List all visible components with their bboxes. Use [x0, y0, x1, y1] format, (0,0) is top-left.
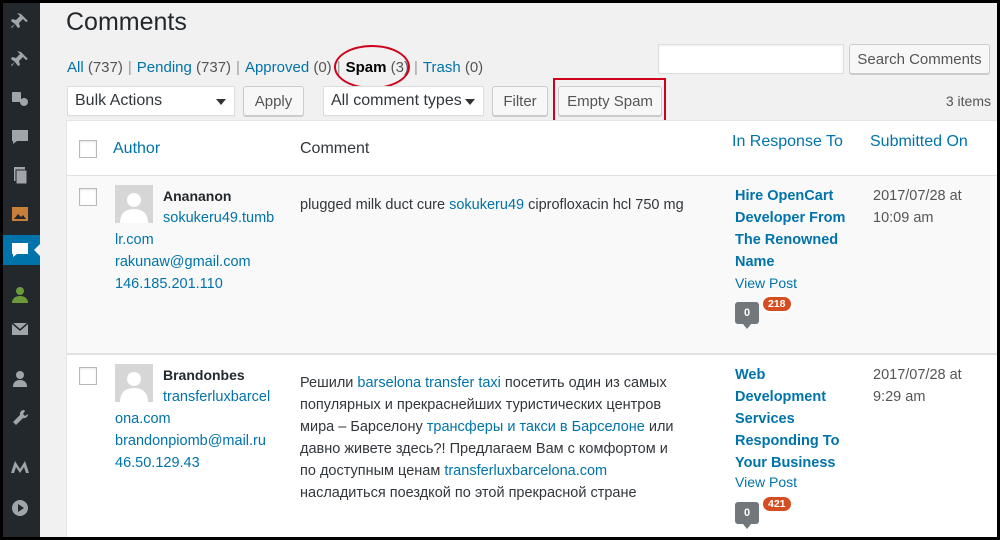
response-post-link[interactable]: Hire OpenCart Developer From The Renowne…	[735, 185, 860, 273]
posts-pin-icon[interactable]	[0, 7, 40, 37]
pages-icon[interactable]	[0, 160, 40, 190]
feedback-icon[interactable]	[0, 122, 40, 152]
comment-type-select[interactable]: All comment types	[323, 86, 484, 116]
author-url-link-cont[interactable]: lr.com	[115, 229, 285, 251]
author-details: sokukeru49.tumb lr.com rakunaw@gmail.com…	[115, 207, 285, 295]
media-icon[interactable]	[0, 84, 40, 114]
comments-table: Author Comment In Response To Submitted …	[66, 120, 1000, 540]
filter-approved-link[interactable]: Approved (0)	[245, 59, 332, 76]
admin-sidebar	[0, 0, 40, 540]
submitted-date: 2017/07/28 at 9:29 am	[873, 367, 962, 405]
filter-trash-link[interactable]: Trash (0)	[423, 59, 483, 76]
filter-pending-link[interactable]: Pending (737)	[137, 59, 231, 76]
search-comments-button[interactable]: Search Comments	[849, 44, 990, 74]
author-url-link[interactable]: transferluxbarcel	[163, 389, 270, 405]
row-checkbox[interactable]	[79, 188, 97, 206]
m-logo-icon[interactable]	[0, 452, 40, 482]
items-count: 3 items	[945, 93, 991, 109]
column-comment-header: Comment	[300, 140, 370, 157]
column-response-header[interactable]: In Response To	[732, 133, 843, 151]
author-name: Brandonbes	[163, 367, 245, 383]
image-icon[interactable]	[0, 199, 40, 229]
tools-icon[interactable]	[0, 403, 40, 433]
select-all-checkbox[interactable]	[79, 140, 97, 158]
pin-icon[interactable]	[0, 45, 40, 75]
pending-comments-badge[interactable]: 421	[761, 495, 793, 513]
author-email-link[interactable]: rakunaw@gmail.com	[115, 251, 285, 273]
mail-icon[interactable]	[0, 314, 40, 344]
author-details: transferluxbarcel ona.com brandonpiomb@m…	[115, 386, 285, 474]
empty-spam-button[interactable]: Empty Spam	[558, 86, 662, 116]
approved-comments-bubble[interactable]: 0	[735, 302, 759, 329]
author-name: Anananon	[163, 188, 232, 204]
chevron-down-icon	[216, 99, 226, 105]
comment-link[interactable]: sokukeru49	[449, 197, 524, 213]
view-post-link[interactable]: View Post	[735, 474, 797, 490]
play-icon[interactable]	[0, 493, 40, 523]
row-checkbox[interactable]	[79, 367, 97, 385]
comment-link[interactable]: трансферы и такси в Барселоне	[427, 419, 645, 435]
table-row: Anananon sokukeru49.tumb lr.com rakunaw@…	[67, 176, 999, 353]
author-email-link[interactable]: brandonpiomb@mail.ru	[115, 430, 285, 452]
status-filter-links: All (737) | Pending (737) | Approved (0) | Spa…	[67, 59, 484, 76]
filter-all-link[interactable]: All (737)	[67, 59, 123, 76]
chevron-down-icon	[465, 99, 475, 105]
pending-comments-badge[interactable]: 218	[761, 295, 793, 313]
author-url-link[interactable]: sokukeru49.tumb	[163, 210, 274, 226]
comment-text: plugged milk duct cure sokukeru49 ciprof…	[300, 197, 684, 213]
author-ip-link[interactable]: 46.50.129.43	[115, 452, 285, 474]
submitted-date: 2017/07/28 at 10:09 am	[873, 188, 962, 226]
search-input[interactable]	[658, 44, 844, 74]
approved-comments-bubble[interactable]: 0	[735, 502, 759, 529]
comment-type-value: All comment types	[331, 92, 462, 109]
filter-button[interactable]: Filter	[492, 86, 548, 116]
response-post-link[interactable]: Web Development Services Responding To Y…	[735, 364, 860, 474]
view-post-link[interactable]: View Post	[735, 275, 797, 291]
column-submitted-header[interactable]: Submitted On	[870, 133, 968, 151]
author-ip-link[interactable]: 146.185.201.110	[115, 273, 285, 295]
comment-link[interactable]: barselona transfer taxi	[357, 375, 500, 391]
table-row: Brandonbes transferluxbarcel ona.com bra…	[67, 355, 999, 540]
spam-highlight-circle	[334, 45, 410, 89]
comment-text: Решили barselona transfer taxi посетить …	[300, 375, 674, 501]
bulk-actions-value: Bulk Actions	[75, 92, 163, 109]
comments-icon[interactable]	[0, 235, 40, 265]
comment-link[interactable]: transferluxbarcelona.com	[444, 463, 607, 479]
bulk-actions-select[interactable]: Bulk Actions	[67, 86, 235, 116]
author-url-link-cont[interactable]: ona.com	[115, 408, 285, 430]
users-icon[interactable]	[0, 364, 40, 394]
apply-button[interactable]: Apply	[243, 86, 304, 116]
user-group-icon[interactable]	[0, 280, 40, 310]
column-author-header[interactable]: Author	[113, 140, 160, 158]
page-title: Comments	[66, 8, 187, 36]
